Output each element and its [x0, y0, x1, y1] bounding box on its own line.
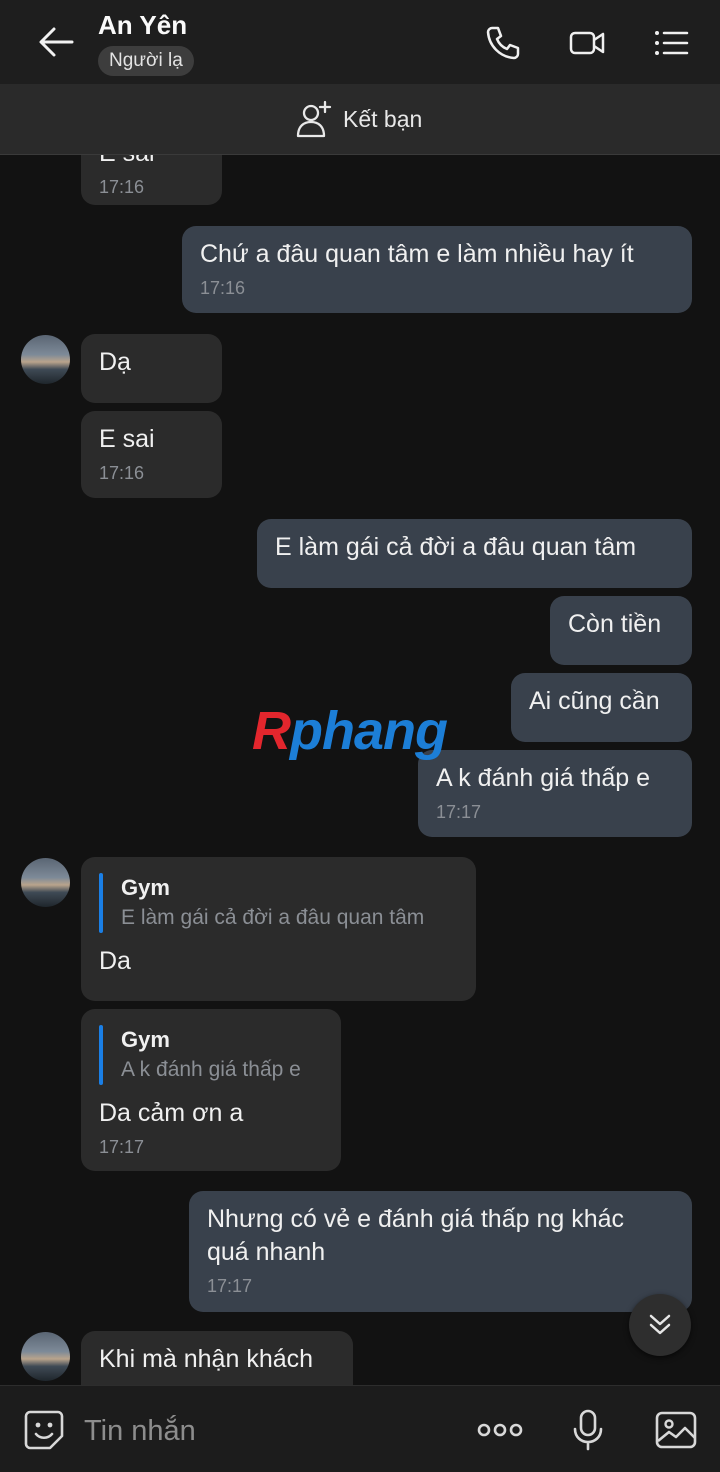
message-list[interactable]: E sai 17:16 Chứ a đâu quan tâm e làm nhi… [0, 155, 720, 1385]
message-text: Dạ [99, 348, 131, 376]
message-time: 17:17 [207, 1276, 253, 1296]
message-time: 17:16 [99, 177, 145, 197]
quoted-message[interactable]: Gym E làm gái cả đời a đâu quan tâm [99, 873, 458, 933]
message-bubble-incoming[interactable]: E sai 17:16 [81, 411, 222, 498]
message-text: Khi mà nhận khách [99, 1345, 314, 1373]
message-bubble-incoming[interactable]: Dạ [81, 334, 222, 403]
image-icon [655, 1411, 697, 1449]
emoji-sticker-icon [24, 1410, 64, 1450]
message-text: E sai [99, 155, 204, 170]
double-chevron-down-icon [649, 1314, 671, 1335]
message-time: 17:17 [436, 802, 482, 822]
quote-bar [99, 873, 103, 933]
list-menu-icon [655, 31, 689, 55]
message-time: 17:16 [99, 463, 145, 483]
message-text: Còn tiền [568, 610, 662, 638]
add-friend-button[interactable]: Kết bạn [295, 98, 422, 140]
composer-bar [0, 1385, 720, 1472]
microphone-icon [573, 1409, 603, 1451]
message-time: 17:17 [99, 1137, 145, 1157]
quote-text: A k đánh giá thấp e [121, 1058, 301, 1081]
stranger-badge: Người lạ [98, 46, 194, 76]
message-bubble-incoming[interactable]: E sai 17:16 [81, 155, 222, 205]
video-call-button[interactable] [568, 24, 606, 62]
voice-record-button[interactable] [566, 1408, 610, 1452]
watermark-part: phang [290, 701, 448, 761]
contact-avatar[interactable] [21, 1332, 70, 1381]
message-bubble-outgoing[interactable]: Nhưng có vẻ e đánh giá thấp ng khác quá … [189, 1191, 692, 1312]
message-bubble-incoming[interactable]: Khi mà nhận khách [81, 1331, 353, 1385]
watermark-logo: Rphang [252, 700, 448, 762]
video-camera-icon [569, 31, 605, 55]
add-user-icon [296, 100, 332, 138]
message-bubble-outgoing[interactable]: A k đánh giá thấp e 17:17 [418, 750, 692, 837]
watermark-part: R [252, 701, 291, 761]
more-dots-icon [477, 1423, 523, 1437]
message-text: Chứ a đâu quan tâm e làm nhiều hay ít [200, 240, 634, 268]
quote-author: Gym [121, 875, 170, 900]
phone-icon [486, 26, 520, 60]
quote-bar [99, 1025, 103, 1085]
emoji-button[interactable] [22, 1408, 66, 1452]
send-image-button[interactable] [654, 1408, 698, 1452]
arrow-left-icon [39, 27, 74, 57]
message-text: E làm gái cả đời a đâu quan tâm [275, 533, 637, 561]
message-bubble-reply[interactable]: Gym E làm gái cả đời a đâu quan tâm Da [81, 857, 476, 1001]
back-button[interactable] [36, 24, 76, 60]
message-text-line: Nhưng có vẻ e đánh giá thấp ng khác [207, 1205, 625, 1233]
message-bubble-outgoing[interactable]: Ai cũng cần [511, 673, 692, 742]
message-text: Da [99, 947, 131, 975]
contact-avatar[interactable] [21, 858, 70, 907]
scroll-to-bottom-button[interactable] [629, 1294, 691, 1356]
message-bubble-reply[interactable]: Gym A k đánh giá thấp e Da cảm ơn a 17:1… [81, 1009, 341, 1171]
add-friend-bar: Kết bạn [0, 84, 720, 155]
quote-author: Gym [121, 1027, 170, 1052]
message-text: A k đánh giá thấp e [436, 764, 651, 792]
message-text: Ai cũng cần [529, 687, 660, 715]
quote-text: E làm gái cả đời a đâu quan tâm [121, 906, 425, 929]
message-time: 17:16 [200, 278, 246, 298]
message-bubble-outgoing[interactable]: Chứ a đâu quan tâm e làm nhiều hay ít 17… [182, 226, 692, 313]
quoted-message[interactable]: Gym A k đánh giá thấp e [99, 1025, 323, 1085]
add-friend-label: Kết bạn [343, 105, 423, 132]
message-bubble-outgoing[interactable]: Còn tiền [550, 596, 692, 665]
options-button[interactable] [652, 24, 690, 62]
call-button[interactable] [484, 24, 522, 62]
message-text-line: quá nhanh [207, 1238, 326, 1266]
contact-name[interactable]: An Yên [98, 10, 187, 41]
message-bubble-outgoing[interactable]: E làm gái cả đời a đâu quan tâm [257, 519, 692, 588]
message-input[interactable] [82, 1410, 446, 1452]
message-text: E sai [99, 425, 155, 453]
message-text: Da cảm ơn a [99, 1099, 244, 1127]
chat-header: An Yên Người lạ [0, 0, 720, 84]
more-options-button[interactable] [476, 1408, 523, 1452]
contact-avatar[interactable] [21, 335, 70, 384]
